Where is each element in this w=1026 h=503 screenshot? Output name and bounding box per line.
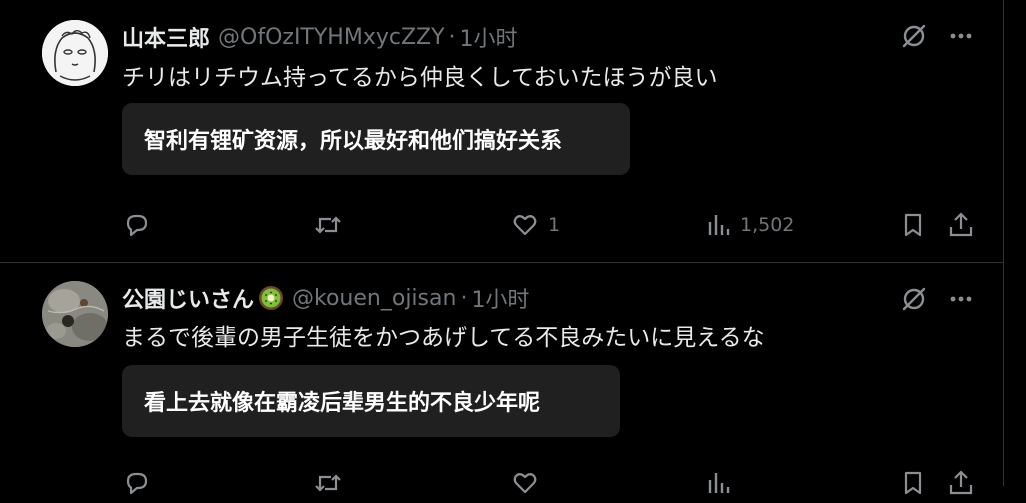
reply-button[interactable] [122, 463, 160, 503]
post-top-actions [900, 22, 974, 50]
post-time[interactable]: 1小时 [460, 21, 518, 53]
like-count: 1 [548, 214, 561, 236]
bookmark-button[interactable] [900, 463, 926, 503]
post-header: 山本三郎 @OfOzITYHMxycZZY · 1小时 [122, 20, 518, 54]
post-time[interactable]: 1小时 [471, 282, 529, 314]
post-actions [122, 463, 982, 503]
more-icon[interactable] [948, 23, 974, 49]
views-button[interactable] [706, 463, 740, 503]
post-top-actions [900, 285, 974, 313]
user-handle[interactable]: @kouen_ojisan [292, 286, 456, 311]
like-icon [510, 468, 540, 498]
repost-button[interactable] [312, 205, 352, 245]
views-icon [706, 468, 732, 498]
display-name[interactable]: 山本三郎 [122, 21, 210, 53]
display-name[interactable]: 公園じいさん [122, 282, 254, 314]
post-text: まるで後輩の男子生徒をかつあげしてる不良みたいに見えるな [122, 325, 765, 351]
views-icon [706, 210, 732, 240]
like-button[interactable]: 1 [510, 205, 560, 245]
repost-button[interactable] [312, 463, 352, 503]
bookmark-icon [900, 468, 926, 498]
separator: · [460, 285, 468, 311]
kiwi-icon [258, 285, 284, 311]
views-button[interactable]: 1,502 [706, 205, 794, 245]
post-header: 公園じいさん @kouen_ojisan · 1小时 [122, 281, 529, 315]
avatar[interactable] [42, 20, 108, 86]
reply-icon [122, 210, 152, 240]
user-handle[interactable]: @OfOzITYHMxycZZY [218, 25, 445, 50]
grok-icon[interactable] [900, 22, 928, 50]
post[interactable]: 山本三郎 @OfOzITYHMxycZZY · 1小时 チリはリチウム持ってるか… [0, 0, 1004, 263]
bookmark-icon [900, 210, 926, 240]
reply-icon [122, 468, 152, 498]
reply-button[interactable] [122, 205, 160, 245]
bookmark-button[interactable] [900, 205, 926, 245]
post-text: チリはリチウム持ってるから仲良くしておいたほうが良い [122, 65, 718, 91]
share-icon [946, 210, 976, 240]
share-icon [946, 468, 976, 498]
translation-box: 看上去就像在霸凌后辈男生的不良少年呢 [122, 365, 620, 437]
like-icon [510, 210, 540, 240]
repost-icon [312, 468, 344, 498]
views-count: 1,502 [740, 214, 795, 236]
grok-icon[interactable] [900, 285, 928, 313]
translation-box: 智利有锂矿资源，所以最好和他们搞好关系 [122, 103, 630, 175]
avatar-sketch-face [42, 20, 108, 86]
share-button[interactable] [946, 205, 976, 245]
avatar[interactable] [42, 281, 108, 347]
more-icon[interactable] [948, 286, 974, 312]
like-button[interactable] [510, 463, 548, 503]
share-button[interactable] [946, 463, 976, 503]
repost-icon [312, 210, 344, 240]
avatar-stone-photo [42, 281, 108, 347]
separator: · [448, 24, 456, 50]
post-actions: 1 1,502 [122, 205, 982, 245]
post[interactable]: 公園じいさん @kouen_ojisan · 1小时 まるで後輩の男子生徒をかつ… [0, 263, 1004, 503]
